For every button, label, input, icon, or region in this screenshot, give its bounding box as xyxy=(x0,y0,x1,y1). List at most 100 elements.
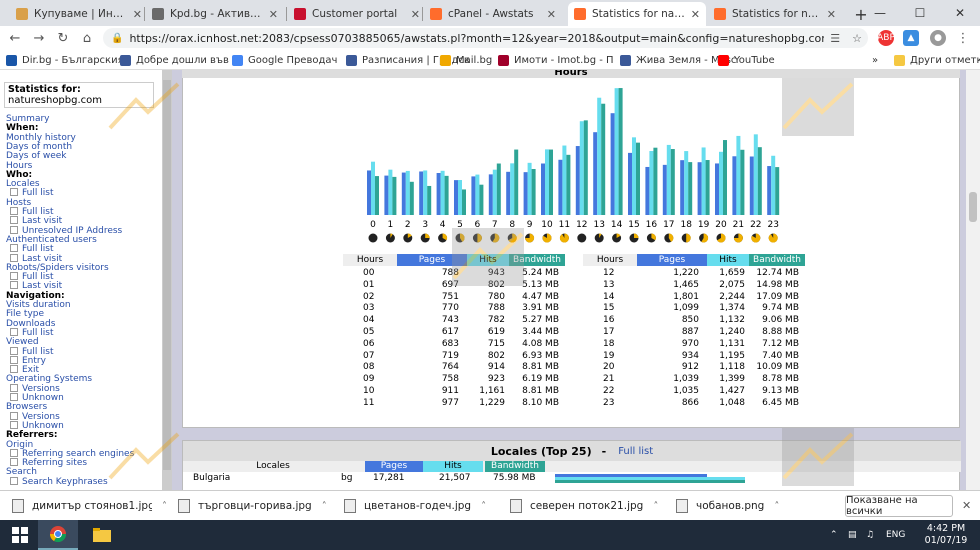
minimize-icon[interactable]: — xyxy=(860,0,900,26)
chevron-up-icon[interactable]: ˄ xyxy=(653,501,658,512)
bookmark-star-icon[interactable]: ☆ xyxy=(852,32,862,45)
bar-bandwidth-2 xyxy=(409,181,414,215)
other-bookmarks[interactable]: Други отметки xyxy=(894,53,980,67)
back-icon[interactable]: ← xyxy=(6,30,24,46)
home-icon[interactable]: ⌂ xyxy=(78,30,96,46)
page-scrollbar-thumb[interactable] xyxy=(969,192,977,222)
tray-chevron-icon[interactable]: ⌃ xyxy=(830,520,838,550)
hour-cell: 11 xyxy=(363,397,375,408)
bookmark-favicon-icon xyxy=(232,54,243,66)
bandwidth-cell: 8.81 MB xyxy=(522,362,559,373)
locale-hits: 21,507 xyxy=(439,473,471,483)
download-item[interactable]: северен поток21.jpg ˄ xyxy=(510,497,670,515)
awstats-menu: Statistics for: natureshopbg.com Summary… xyxy=(0,70,172,490)
tab-title: Customer portal xyxy=(312,8,398,20)
file-icon xyxy=(510,499,522,513)
tab-close-icon[interactable]: ✕ xyxy=(269,8,278,21)
hits-cell: 1,048 xyxy=(719,397,745,408)
menu-scrollbar-thumb[interactable] xyxy=(163,80,171,470)
hour-cell: 05 xyxy=(363,327,375,337)
tab-5[interactable]: Statistics for natureshop ✕ xyxy=(708,2,842,26)
show-all-downloads-button[interactable]: Показване на всички xyxy=(845,495,953,517)
locales-full-list-link[interactable]: Full list xyxy=(618,446,653,457)
volume-icon[interactable]: ♫ xyxy=(866,520,874,550)
tab-close-icon[interactable]: ✕ xyxy=(133,8,142,21)
locales-header: Locales (Top 25) - Full list xyxy=(183,441,961,461)
bar-hits-6 xyxy=(475,174,480,215)
file-explorer-icon[interactable] xyxy=(82,520,122,550)
menu-scrollbar[interactable] xyxy=(162,70,172,490)
table-row: 03 770 788 3.91 MB xyxy=(343,302,573,314)
bar-hits-7 xyxy=(492,169,497,215)
bar-bandwidth-5 xyxy=(462,189,466,215)
network-icon[interactable]: ▤ xyxy=(848,520,857,550)
tab-0[interactable]: Купуваме | Инвестираме ✕ xyxy=(10,2,148,26)
forward-icon[interactable]: → xyxy=(30,30,48,46)
bookmark-1[interactable]: Добре дошли във Fa xyxy=(120,53,243,67)
bookmark-2[interactable]: Google Преводач xyxy=(232,53,337,67)
chevron-up-icon[interactable]: ˄ xyxy=(322,501,327,512)
profile-avatar-icon[interactable]: ● xyxy=(930,30,946,46)
bandwidth-cell: 4.08 MB xyxy=(522,338,559,349)
url-text[interactable]: https://orax.icnhost.net:2083/cpsess0703… xyxy=(129,32,824,45)
tab-2[interactable]: Customer portal ✕ xyxy=(288,2,426,26)
tab-close-icon[interactable]: ✕ xyxy=(547,8,556,21)
stats-for-box: Statistics for: natureshopbg.com xyxy=(4,82,154,108)
locale-pages: 17,281 xyxy=(373,473,405,483)
reload-icon[interactable]: ↻ xyxy=(54,30,72,46)
download-filename: чобанов.png xyxy=(696,500,765,512)
tab-1[interactable]: Kpd.bg - Активиране на ✕ xyxy=(146,2,284,26)
system-clock[interactable]: 4:42 PM 01/07/19 xyxy=(920,523,972,547)
hits-cell: 1,399 xyxy=(719,374,745,385)
page-scrollbar[interactable] xyxy=(966,70,980,490)
chrome-taskbar-icon[interactable] xyxy=(38,520,78,550)
bookmark-7[interactable]: YouTube xyxy=(718,53,775,67)
pages-cell: 1,099 xyxy=(673,303,699,314)
language-indicator[interactable]: ENG xyxy=(886,520,905,550)
windows-start-icon[interactable] xyxy=(0,520,40,550)
lock-icon: 🔒 xyxy=(111,32,124,44)
page-viewport: Statistics for: natureshopbg.com Summary… xyxy=(0,70,980,490)
hits-cell: 715 xyxy=(487,338,505,349)
maximize-icon[interactable]: ☐ xyxy=(900,0,940,26)
bar-hits-13 xyxy=(597,97,602,215)
tick-label-14: 14 xyxy=(611,220,623,230)
tab-close-icon[interactable]: ✕ xyxy=(691,8,700,21)
bandwidth-cell: 7.12 MB xyxy=(762,338,799,349)
download-item[interactable]: димитър стоянов1.jpg ˄ xyxy=(12,497,172,515)
tab-close-icon[interactable]: ✕ xyxy=(411,8,420,21)
extension-icon[interactable]: ▲ xyxy=(903,30,919,46)
close-icon[interactable]: ✕ xyxy=(962,499,971,512)
bookmark-5[interactable]: Имоти - Imot.bg - П xyxy=(498,53,614,67)
bar-bandwidth-16 xyxy=(653,147,658,215)
download-item[interactable]: търговци-горива.jpg ˄ xyxy=(178,497,338,515)
column-header: Hours xyxy=(343,254,397,266)
bandwidth-cell: 8.88 MB xyxy=(762,327,799,337)
chevron-up-icon[interactable]: ˄ xyxy=(774,501,779,512)
more-bookmarks-icon[interactable]: » xyxy=(872,53,878,67)
chevron-up-icon[interactable]: ˄ xyxy=(162,501,167,512)
hits-cell: 2,075 xyxy=(719,279,745,290)
bar-pages-9 xyxy=(523,172,528,215)
tab-3[interactable]: cPanel - Awstats ✕ xyxy=(424,2,562,26)
download-item[interactable]: цветанов-годеч.jpg ˄ xyxy=(344,497,504,515)
download-filename: димитър стоянов1.jpg xyxy=(32,500,152,512)
tab-separator xyxy=(286,7,287,21)
menu-kebab-icon[interactable]: ⋮ xyxy=(955,30,971,46)
menu-item[interactable]: Search Keyphrases xyxy=(10,477,108,487)
pages-cell: 866 xyxy=(681,397,699,408)
close-window-icon[interactable]: ✕ xyxy=(940,0,980,26)
chevron-up-icon[interactable]: ˄ xyxy=(481,501,486,512)
stats-for-label: Statistics for: xyxy=(8,84,81,95)
locales-section: Locales (Top 25) - Full list Locales Page… xyxy=(182,440,961,490)
tab-4[interactable]: Statistics for natureshop ✕ xyxy=(568,2,706,26)
tab-close-icon[interactable]: ✕ xyxy=(827,8,836,21)
bookmark-4[interactable]: Mail.bg xyxy=(440,53,492,67)
download-item[interactable]: чобанов.png ˄ xyxy=(676,497,836,515)
address-bar[interactable]: 🔒 https://orax.icnhost.net:2083/cpsess07… xyxy=(103,28,868,48)
adblock-icon[interactable]: ABP xyxy=(877,30,895,46)
bar-pages-20 xyxy=(715,163,719,215)
translate-icon[interactable]: ☰ xyxy=(830,32,840,45)
bookmark-0[interactable]: Dir.bg - Българският xyxy=(6,53,129,67)
bar-pages-6 xyxy=(471,176,476,215)
